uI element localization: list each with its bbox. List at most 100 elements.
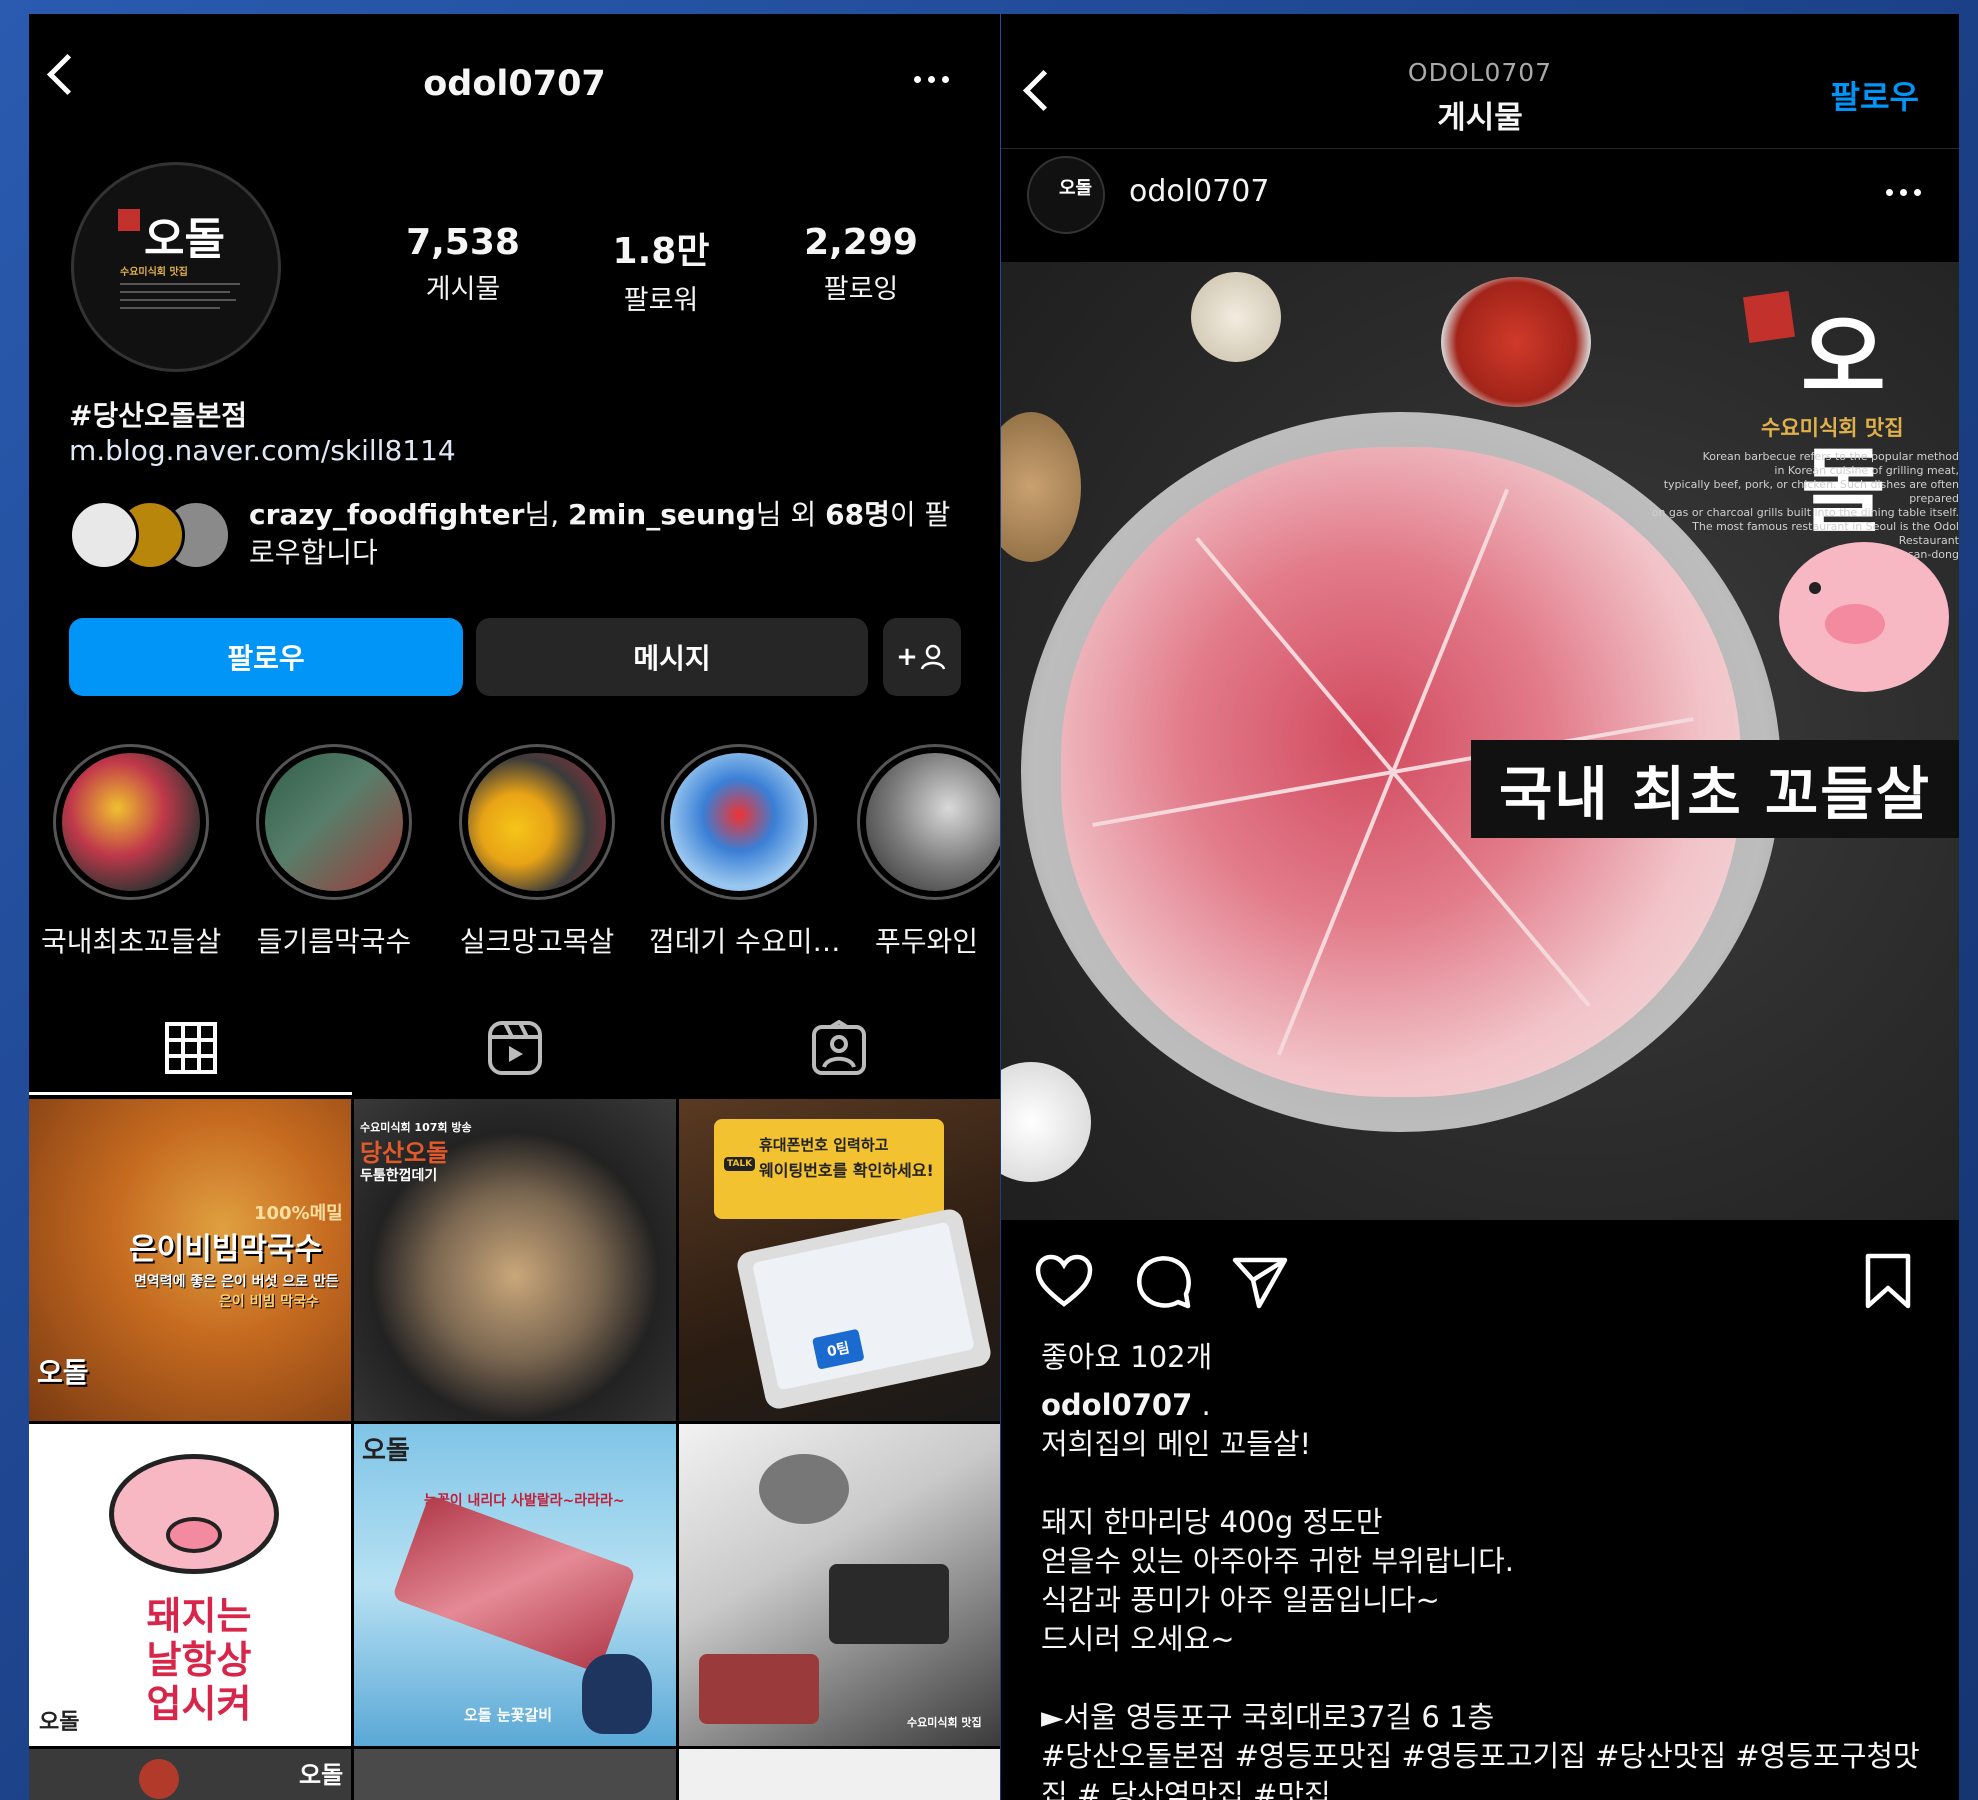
post-text: 은이 비빔 막국수 (219, 1294, 319, 1310)
post-text: 당산오돌 (360, 1139, 449, 1167)
logo-seal-icon (1743, 291, 1795, 343)
highlight-label: 껍데기 수요미… (649, 925, 841, 958)
post-text: 오돌 눈꽃갈비 (464, 1706, 553, 1724)
highlight-item[interactable]: 껍데기 수요미… (649, 744, 841, 960)
grid-post[interactable]: 수요미식회 107회 방송 당산오돌 두툼한껍데기 (354, 1099, 676, 1421)
header-username: ODOL0707 (1407, 58, 1553, 87)
grid-post[interactable]: 수요미식회 맛집 (679, 1424, 1000, 1746)
logo-seal-icon (118, 209, 140, 231)
post-text: 휴대폰번호 입력하고 (759, 1136, 889, 1154)
heart-icon[interactable] (1035, 1254, 1093, 1308)
stat-followers[interactable]: 1.8만 팔로워 (571, 222, 751, 317)
active-tab-indicator (29, 1092, 352, 1095)
highlight-item[interactable]: 실크망고목살 (447, 744, 627, 960)
highlight-label: 푸두와인 (875, 925, 979, 958)
stat-value: 7,538 (406, 222, 520, 263)
highlight-image (62, 753, 200, 891)
highlight-label: 들기름막국수 (256, 925, 412, 958)
post-text: 면역력에 좋은 은이 버섯 으로 만든 (134, 1274, 339, 1290)
bio-name[interactable]: #당산오돌본점 (69, 394, 247, 434)
penguin-icon (582, 1654, 652, 1734)
post-text: 돼지는 날항상 업시켜 (146, 1594, 252, 1726)
more-options-icon[interactable] (1886, 189, 1921, 196)
highlight-label: 국내최초꼬들살 (41, 925, 222, 958)
more-options-icon[interactable] (914, 76, 949, 83)
post-image[interactable]: 오돌 수요미식회 맛집 Korean barbecue refers to th… (1001, 262, 1959, 1220)
post-text: 수요미식회 맛집 (907, 1716, 982, 1729)
share-icon[interactable] (1231, 1254, 1289, 1310)
avatar[interactable]: 오돌 (1027, 156, 1105, 234)
post-text: TALK (724, 1157, 756, 1171)
salt-bowl-icon (1001, 1062, 1091, 1182)
bookmark-icon[interactable] (1863, 1252, 1913, 1310)
post-text: 웨이팅번호를 확인하세요! (759, 1161, 934, 1180)
post-actions (1001, 1242, 1959, 1312)
post-caption: odol0707 . 저희집의 메인 꼬들살! 돼지 한마리당 400g 정도만… (1041, 1386, 1931, 1800)
highlight-item[interactable]: 국내최초꼬들살 (41, 744, 221, 960)
stat-label: 게시물 (425, 274, 501, 305)
grid-post[interactable]: 돼지는 날항상 업시켜 오돌 (29, 1424, 351, 1746)
profile-avatar[interactable]: 오돌 수요미식회 맛집 (71, 162, 281, 372)
grid-post[interactable] (354, 1749, 676, 1800)
follow-link[interactable]: 팔로우 (1831, 72, 1919, 118)
mutual-followers-text[interactable]: crazy_foodfighter님, 2min_seung님 외 68명이 팔… (249, 496, 969, 572)
highlight-image (468, 753, 606, 891)
page-title: 게시물 (1437, 100, 1523, 136)
post-text: 오돌 (39, 1710, 80, 1735)
mutual-followers-avatars[interactable] (69, 500, 239, 572)
tab-reels[interactable] (353, 998, 676, 1098)
avatar-logo: 오돌 (144, 214, 225, 265)
divider (1001, 148, 1959, 149)
post-text: 오돌 (299, 1761, 344, 1789)
profile-tabs (29, 998, 1000, 1098)
tab-tagged[interactable] (677, 998, 1000, 1098)
highlight-image (670, 753, 808, 891)
follow-button[interactable]: 팔로우 (69, 618, 463, 696)
highlight-image (866, 753, 1000, 891)
post-text: 오돌 (37, 1356, 89, 1389)
post-username[interactable]: odol0707 (1129, 174, 1269, 209)
stat-label: 팔로잉 (823, 274, 899, 305)
grid-post[interactable]: 오돌 (29, 1749, 351, 1800)
avatar (69, 500, 139, 570)
image-tagline: 수요미식회 맛집 (1761, 416, 1904, 440)
highlight-item[interactable]: 들기름막국수 (244, 744, 424, 960)
grid-icon (164, 1022, 217, 1074)
grid-post[interactable]: 100%메밀 은이비빔막국수 면역력에 좋은 은이 버섯 으로 만든 은이 비빔… (29, 1099, 351, 1421)
likes-count[interactable]: 좋아요 102개 (1041, 1334, 1212, 1376)
highlight-label: 실크망고목살 (459, 925, 615, 958)
stat-following[interactable]: 2,299 팔로잉 (771, 222, 951, 306)
stat-label: 팔로워 (623, 285, 699, 316)
stat-value: 1.8만 (612, 231, 710, 272)
pig-icon (1779, 542, 1949, 692)
add-user-label: + (896, 642, 918, 672)
post-text: 은이비빔막국수 (129, 1232, 323, 1267)
garlic-icon (1191, 272, 1281, 362)
grid-post[interactable] (679, 1749, 1000, 1800)
post-text: 100%메밀 (254, 1203, 343, 1224)
comment-icon[interactable] (1135, 1254, 1193, 1310)
bio-link[interactable]: m.blog.naver.com/skill8114 (69, 434, 456, 467)
message-button[interactable]: 메시지 (476, 618, 868, 696)
tab-grid[interactable] (29, 998, 352, 1098)
profile-username: odol0707 (423, 64, 606, 104)
post-screen: ODOL0707 게시물 팔로우 오돌 odol0707 오돌 수요미식회 맛집… (1001, 14, 1959, 1800)
tagged-icon (811, 1020, 866, 1075)
grid-post[interactable]: 휴대폰번호 입력하고 웨이팅번호를 확인하세요! TALK 0팀 (679, 1099, 1000, 1421)
caption-username[interactable]: odol0707 (1041, 1388, 1192, 1422)
add-user-button[interactable]: + (883, 618, 961, 696)
image-banner: 국내 최초 꼬들살 (1471, 740, 1959, 838)
reels-icon (487, 1021, 542, 1075)
post-text: 오돌 (362, 1436, 410, 1466)
highlight-item[interactable]: 푸두와인 (853, 744, 1000, 960)
person-icon (920, 644, 946, 670)
pig-icon (109, 1454, 279, 1574)
grid-post[interactable]: 오돌 눈꽃이 내리다 사발랄라~라라라~ 오돌 눈꽃갈비 (354, 1424, 676, 1746)
sauce-bowl-icon (1441, 277, 1591, 407)
stat-posts[interactable]: 7,538 게시물 (373, 222, 553, 306)
post-text: 두툼한껍데기 (360, 1168, 438, 1184)
profile-screen: odol0707 오돌 수요미식회 맛집 7,538 게시물 1.8만 팔로워 … (29, 14, 1000, 1800)
stat-value: 2,299 (804, 222, 918, 263)
image-caption-text: Korean barbecue refers to the popular me… (1651, 450, 1959, 561)
spice-bowl-icon (1001, 412, 1081, 562)
